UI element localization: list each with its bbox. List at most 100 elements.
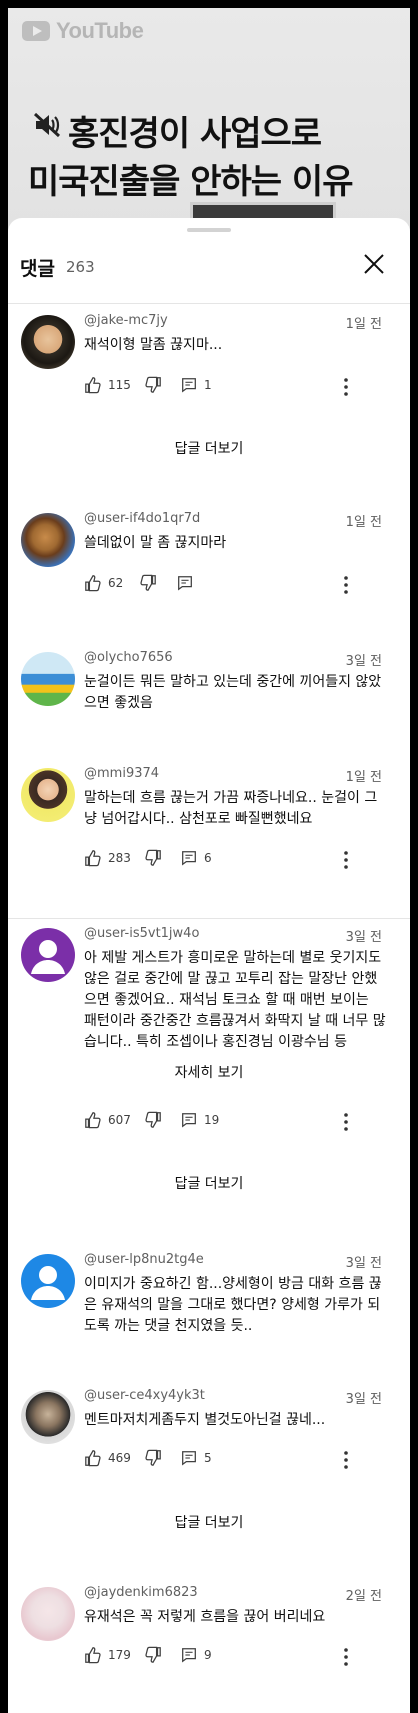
close-icon[interactable]	[362, 252, 386, 276]
comments-count: 263	[66, 258, 95, 276]
video-title-line1: 홍진경이 사업으로	[68, 114, 322, 154]
comment-author[interactable]: @jaydenkim6823	[84, 1585, 198, 1600]
more-replies-link[interactable]: 답글 더보기	[8, 438, 410, 458]
video-player[interactable]: YouTube 홍진경이 사업으로 미국진출을 안하는 이유	[8, 8, 410, 233]
reply-button[interactable]: 6	[180, 849, 212, 867]
like-count: 62	[108, 576, 124, 590]
like-button[interactable]: 607	[84, 1111, 131, 1129]
reply-button[interactable]: 1	[180, 376, 212, 394]
avatar[interactable]	[21, 1254, 75, 1308]
more-vertical-icon[interactable]	[336, 1449, 356, 1471]
comment-text: 아 제발 게스트가 흥미로운 말하는데 별로 웃기지도 않은 걸로 중간에 말 …	[84, 950, 386, 1050]
comment-text: 멘트마저치게좀두지 별것도아닌걸 끊네...	[84, 1412, 326, 1428]
more-vertical-icon[interactable]	[336, 1111, 356, 1133]
comment-icon	[182, 1113, 196, 1128]
thumbs-down-icon	[145, 376, 161, 393]
divider	[8, 303, 410, 304]
comment-time: 1일 전	[345, 317, 382, 332]
comment-time: 1일 전	[345, 515, 382, 530]
comments-sheet: 댓글 263 @jake-mc7jy 1일 전 재석이형 말좀 끊지마... 1…	[8, 218, 410, 1713]
dislike-button[interactable]	[144, 1646, 162, 1664]
like-count: 469	[108, 1451, 131, 1465]
youtube-logo: YouTube	[22, 18, 144, 44]
comment-icon	[178, 576, 192, 591]
default-avatar-icon	[31, 1266, 65, 1300]
thumbs-down-icon	[140, 574, 156, 591]
thumbs-up-icon	[85, 575, 101, 592]
comment-text: 이미지가 중요하긴 함...양세형이 방금 대화 흐름 끊은 유재석의 말을 그…	[84, 1276, 382, 1334]
dislike-button[interactable]	[144, 1449, 162, 1467]
more-replies-link[interactable]: 답글 더보기	[8, 1173, 410, 1193]
comment-icon	[182, 1451, 196, 1466]
comments-title: 댓글	[20, 258, 55, 280]
thumbs-down-icon	[145, 1646, 161, 1663]
like-count: 283	[108, 851, 131, 865]
reply-count: 5	[204, 1451, 212, 1465]
thumbs-down-icon	[145, 1111, 161, 1128]
reply-count: 19	[204, 1113, 220, 1127]
dislike-button[interactable]	[144, 1111, 162, 1129]
avatar[interactable]	[21, 768, 75, 822]
more-vertical-icon[interactable]	[336, 574, 356, 596]
more-vertical-icon[interactable]	[336, 849, 356, 871]
avatar[interactable]	[21, 513, 75, 567]
reply-count: 1	[204, 378, 212, 392]
reply-button[interactable]	[176, 574, 194, 592]
reply-button[interactable]: 19	[180, 1111, 219, 1129]
comment-author[interactable]: @user-is5vt1jw4o	[84, 926, 199, 941]
comment-time: 3일 전	[345, 930, 382, 945]
thumbs-up-icon	[85, 850, 101, 867]
like-count: 115	[108, 378, 131, 392]
comment-icon	[182, 1648, 196, 1663]
avatar[interactable]	[21, 1390, 75, 1444]
dislike-button[interactable]	[144, 376, 162, 394]
like-button[interactable]: 469	[84, 1449, 131, 1467]
comment-author[interactable]: @mmi9374	[84, 766, 159, 781]
comment-text: 쓸데없이 말 좀 끊지마라	[84, 535, 227, 551]
comment-author[interactable]: @user-lp8nu2tg4e	[84, 1252, 204, 1267]
avatar[interactable]	[21, 652, 75, 706]
youtube-logo-text: YouTube	[56, 18, 144, 43]
thumbs-down-icon	[145, 1449, 161, 1466]
comment-text: 재석이형 말좀 끊지마...	[84, 337, 223, 353]
comment-author[interactable]: @user-if4do1qr7d	[84, 511, 200, 526]
more-vertical-icon[interactable]	[336, 1646, 356, 1668]
drag-handle[interactable]	[187, 228, 231, 232]
read-more-link[interactable]: 자세히 보기	[8, 1062, 410, 1082]
video-title-line2: 미국진출을 안하는 이유	[28, 162, 353, 202]
like-count: 607	[108, 1113, 131, 1127]
thumbs-up-icon	[85, 1112, 101, 1129]
reply-count: 9	[204, 1648, 212, 1662]
dislike-button[interactable]	[144, 849, 162, 867]
like-button[interactable]: 62	[84, 574, 123, 592]
more-replies-link[interactable]: 답글 더보기	[8, 1512, 410, 1532]
comment-time: 1일 전	[345, 770, 382, 785]
comment-icon	[182, 851, 196, 866]
comment-author[interactable]: @olycho7656	[84, 650, 173, 665]
comment-time: 3일 전	[345, 1392, 382, 1407]
dislike-button[interactable]	[139, 574, 157, 592]
thumbs-up-icon	[85, 1450, 101, 1467]
comment-text: 눈걸이든 뭐든 말하고 있는데 중간에 끼어들지 않았으면 좋겠음	[84, 674, 382, 711]
comment-time: 2일 전	[345, 1589, 382, 1604]
more-vertical-icon[interactable]	[336, 376, 356, 398]
reply-button[interactable]: 9	[180, 1646, 212, 1664]
sheet-header: 댓글 263	[8, 238, 410, 290]
avatar[interactable]	[21, 1587, 75, 1641]
comment-icon	[182, 378, 196, 393]
like-button[interactable]: 283	[84, 849, 131, 867]
avatar[interactable]	[21, 928, 75, 982]
like-count: 179	[108, 1648, 131, 1662]
volume-off-icon[interactable]	[32, 110, 62, 140]
avatar[interactable]	[21, 315, 75, 369]
comment-author[interactable]: @user-ce4xy4yk3t	[84, 1388, 205, 1403]
thumbs-down-icon	[145, 849, 161, 866]
reply-count: 6	[204, 851, 212, 865]
like-button[interactable]: 115	[84, 376, 131, 394]
reply-button[interactable]: 5	[180, 1449, 212, 1467]
screen: YouTube 홍진경이 사업으로 미국진출을 안하는 이유 댓글 263 @j…	[0, 0, 418, 1713]
youtube-play-icon	[22, 21, 50, 41]
like-button[interactable]: 179	[84, 1646, 131, 1664]
comment-author[interactable]: @jake-mc7jy	[84, 313, 168, 328]
thumbs-up-icon	[85, 377, 101, 394]
